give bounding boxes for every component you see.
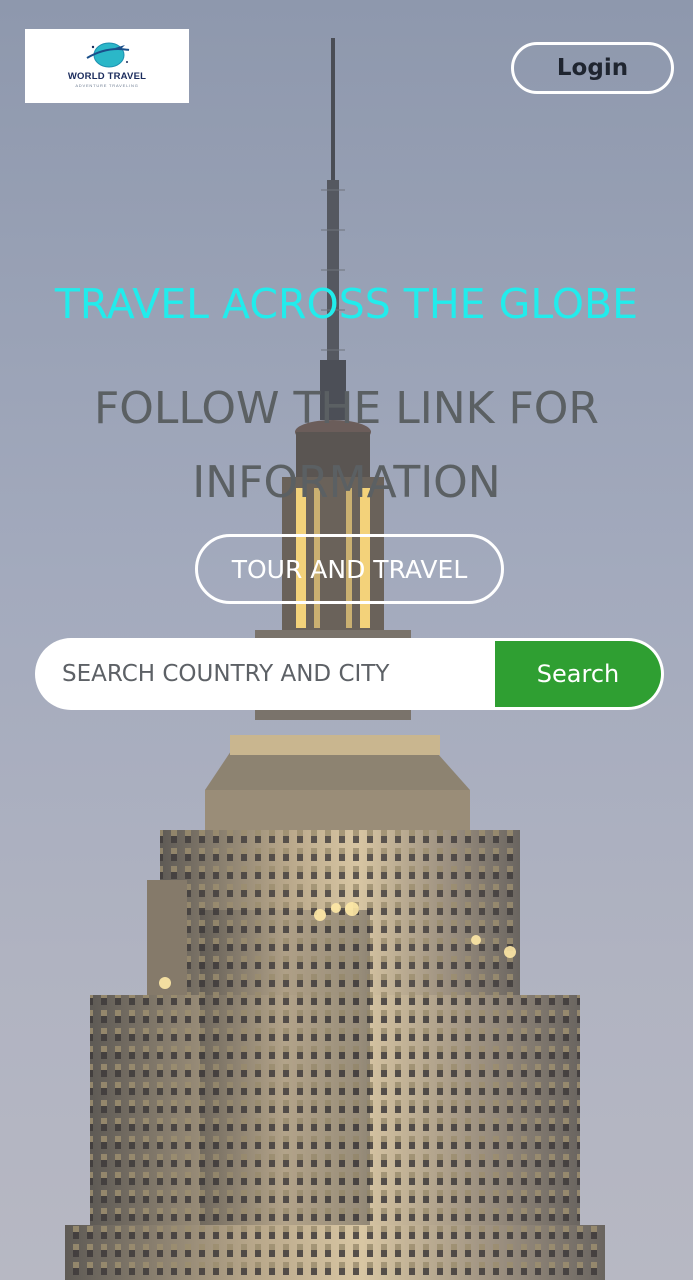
- globe-plane-icon: [86, 42, 130, 68]
- search-input[interactable]: [35, 638, 495, 710]
- world-travel-logo[interactable]: WORLD TRAVEL ADVENTURE TRAVELING: [25, 29, 189, 103]
- search-button[interactable]: Search: [495, 641, 661, 707]
- hero-subheadline: FOLLOW THE LINK FOR INFORMATION: [93, 383, 600, 508]
- tour-and-travel-button[interactable]: TOUR AND TRAVEL: [195, 534, 504, 604]
- search-bar: Search: [35, 638, 664, 710]
- hero-headline: TRAVEL ACROSS THE GLOBE: [54, 280, 639, 328]
- logo-text: WORLD TRAVEL: [67, 71, 147, 82]
- logo-tagline: ADVENTURE TRAVELING: [75, 83, 139, 88]
- login-button[interactable]: Login: [511, 42, 674, 94]
